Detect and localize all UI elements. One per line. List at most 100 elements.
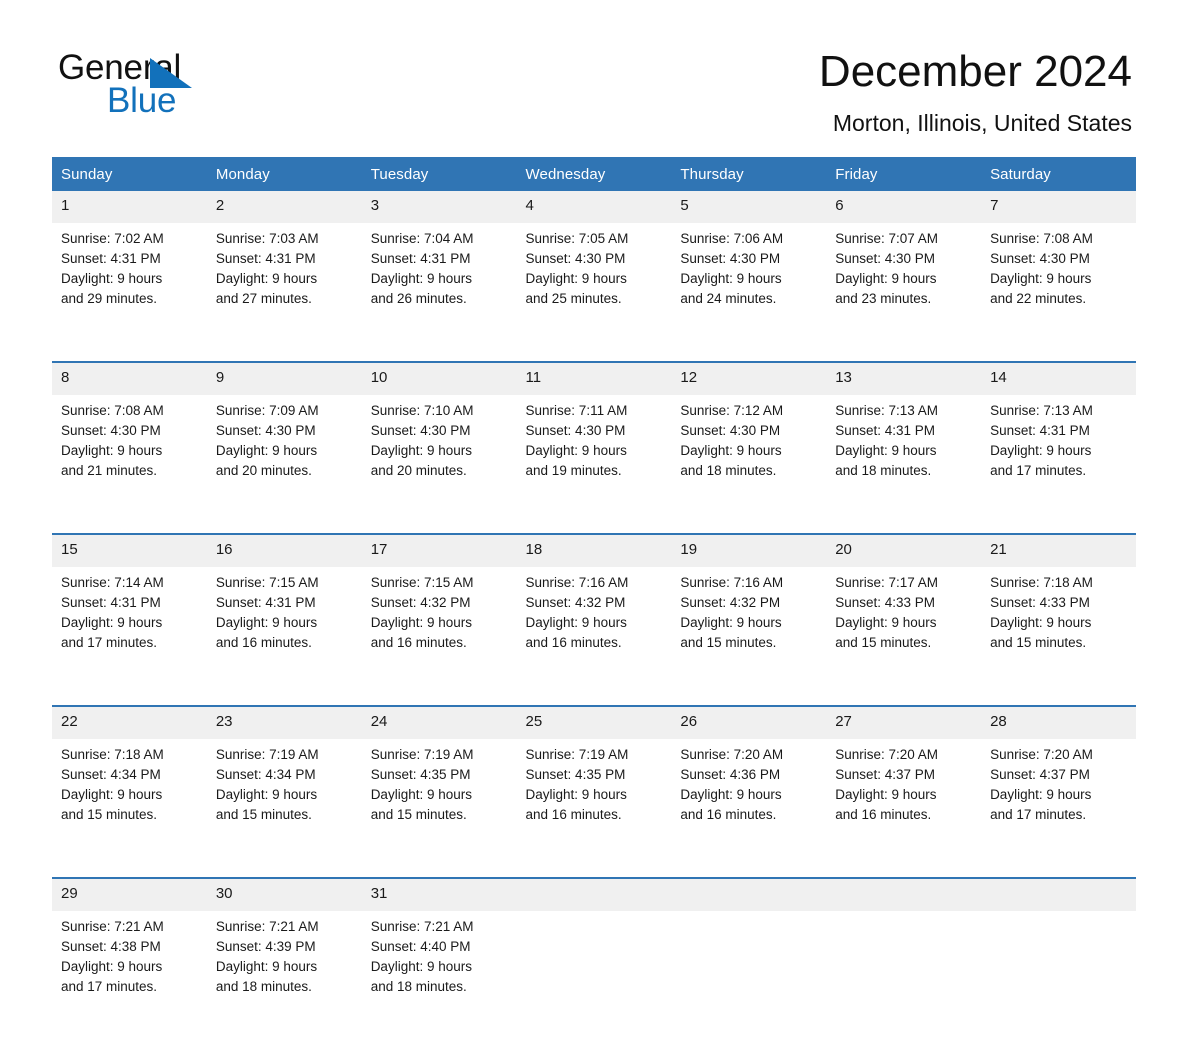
daylight-text-line1: Daylight: 9 hours (990, 271, 1092, 286)
sunset-text: Sunset: 4:37 PM (835, 767, 936, 782)
daylight-text-line2: and 15 minutes. (215, 807, 312, 822)
sunset-text: Sunset: 4:32 PM (370, 595, 471, 610)
day-cell[interactable]: Sunrise: 7:08 AM Sunset: 4:30 PM Dayligh… (52, 395, 207, 534)
sunrise-text: Sunrise: 7:09 AM (215, 403, 319, 418)
day-number[interactable]: 2 (206, 191, 362, 223)
day-cell[interactable]: Sunrise: 7:04 AM Sunset: 4:31 PM Dayligh… (361, 223, 517, 362)
day-number[interactable]: 7 (981, 191, 1136, 223)
day-number[interactable]: 30 (206, 877, 362, 911)
general-blue-logo[interactable]: General Blue (58, 48, 258, 120)
day-cell[interactable]: Sunrise: 7:10 AM Sunset: 4:30 PM Dayligh… (361, 395, 517, 534)
day-number[interactable]: 21 (981, 533, 1136, 567)
day-cell[interactable]: Sunrise: 7:18 AM Sunset: 4:33 PM Dayligh… (981, 567, 1136, 706)
day-cell[interactable]: Sunrise: 7:16 AM Sunset: 4:32 PM Dayligh… (516, 567, 672, 706)
day-cell[interactable]: Sunrise: 7:21 AM Sunset: 4:39 PM Dayligh… (206, 911, 362, 1049)
week-2-detail-row: Sunrise: 7:08 AM Sunset: 4:30 PM Dayligh… (52, 395, 1136, 534)
day-cell[interactable]: Sunrise: 7:17 AM Sunset: 4:33 PM Dayligh… (826, 567, 982, 706)
day-cell[interactable]: Sunrise: 7:06 AM Sunset: 4:30 PM Dayligh… (671, 223, 827, 362)
day-cell[interactable]: Sunrise: 7:21 AM Sunset: 4:38 PM Dayligh… (52, 911, 207, 1049)
sunset-text: Sunset: 4:33 PM (835, 595, 936, 610)
daylight-text-line1: Daylight: 9 hours (680, 271, 782, 286)
day-number[interactable]: 17 (361, 533, 517, 567)
day-cell[interactable]: Sunrise: 7:19 AM Sunset: 4:35 PM Dayligh… (516, 739, 672, 878)
sunset-text: Sunset: 4:36 PM (680, 767, 781, 782)
day-number[interactable]: 14 (981, 361, 1136, 395)
day-cell[interactable]: Sunrise: 7:13 AM Sunset: 4:31 PM Dayligh… (981, 395, 1136, 534)
week-5-detail-row: Sunrise: 7:21 AM Sunset: 4:38 PM Dayligh… (52, 911, 1136, 1049)
day-number[interactable]: 19 (671, 533, 827, 567)
day-number[interactable]: 8 (52, 361, 207, 395)
day-cell[interactable]: Sunrise: 7:09 AM Sunset: 4:30 PM Dayligh… (206, 395, 362, 534)
daylight-text-line1: Daylight: 9 hours (215, 959, 318, 974)
day-number[interactable]: 3 (361, 191, 517, 223)
day-number[interactable]: 12 (671, 361, 827, 395)
day-number[interactable]: 29 (52, 877, 207, 911)
sunset-text: Sunset: 4:34 PM (215, 767, 316, 782)
day-cell[interactable]: Sunrise: 7:14 AM Sunset: 4:31 PM Dayligh… (52, 567, 207, 706)
daylight-text-line1: Daylight: 9 hours (835, 443, 937, 458)
day-cell[interactable]: Sunrise: 7:08 AM Sunset: 4:30 PM Dayligh… (981, 223, 1136, 362)
day-number[interactable]: 28 (981, 705, 1136, 739)
sunset-text: Sunset: 4:38 PM (61, 939, 161, 954)
day-cell[interactable]: Sunrise: 7:19 AM Sunset: 4:35 PM Dayligh… (361, 739, 517, 878)
daylight-text-line1: Daylight: 9 hours (835, 271, 937, 286)
daylight-text-line2: and 16 minutes. (525, 635, 622, 650)
day-number[interactable]: 11 (516, 361, 672, 395)
day-cell-empty (671, 911, 827, 1049)
sunrise-text: Sunrise: 7:17 AM (835, 575, 939, 590)
day-number[interactable]: 5 (671, 191, 827, 223)
day-cell[interactable]: Sunrise: 7:20 AM Sunset: 4:36 PM Dayligh… (671, 739, 827, 878)
day-number[interactable]: 9 (206, 361, 362, 395)
day-cell[interactable]: Sunrise: 7:07 AM Sunset: 4:30 PM Dayligh… (826, 223, 982, 362)
day-number[interactable]: 18 (516, 533, 672, 567)
day-number[interactable]: 10 (361, 361, 517, 395)
day-number[interactable]: 31 (361, 877, 517, 911)
day-number[interactable]: 1 (52, 191, 207, 223)
daylight-text-line1: Daylight: 9 hours (215, 615, 318, 630)
day-number[interactable]: 24 (361, 705, 517, 739)
sunset-text: Sunset: 4:30 PM (370, 423, 471, 438)
day-cell[interactable]: Sunrise: 7:20 AM Sunset: 4:37 PM Dayligh… (826, 739, 982, 878)
day-cell-empty (981, 911, 1136, 1049)
daylight-text-line2: and 15 minutes. (680, 635, 777, 650)
day-cell[interactable]: Sunrise: 7:21 AM Sunset: 4:40 PM Dayligh… (361, 911, 517, 1049)
day-number[interactable]: 15 (52, 533, 207, 567)
sunrise-text: Sunrise: 7:21 AM (370, 919, 474, 934)
sunrise-text: Sunrise: 7:16 AM (680, 575, 784, 590)
day-number[interactable]: 23 (206, 705, 362, 739)
day-number[interactable]: 20 (826, 533, 982, 567)
calendar-page: General Blue December 2024 Morton, Illin… (0, 0, 1188, 1049)
day-number[interactable]: 13 (826, 361, 982, 395)
day-number[interactable]: 16 (206, 533, 362, 567)
day-number[interactable]: 27 (826, 705, 982, 739)
daylight-text-line1: Daylight: 9 hours (215, 271, 318, 286)
day-cell[interactable]: Sunrise: 7:02 AM Sunset: 4:31 PM Dayligh… (52, 223, 207, 362)
day-cell[interactable]: Sunrise: 7:15 AM Sunset: 4:31 PM Dayligh… (206, 567, 362, 706)
sunrise-text: Sunrise: 7:04 AM (370, 231, 474, 246)
day-cell[interactable]: Sunrise: 7:16 AM Sunset: 4:32 PM Dayligh… (671, 567, 827, 706)
sunset-text: Sunset: 4:31 PM (215, 595, 316, 610)
day-cell[interactable]: Sunrise: 7:15 AM Sunset: 4:32 PM Dayligh… (361, 567, 517, 706)
day-number[interactable]: 26 (671, 705, 827, 739)
day-number[interactable]: 6 (826, 191, 982, 223)
day-cell[interactable]: Sunrise: 7:11 AM Sunset: 4:30 PM Dayligh… (516, 395, 672, 534)
day-cell[interactable]: Sunrise: 7:19 AM Sunset: 4:34 PM Dayligh… (206, 739, 362, 878)
day-cell[interactable]: Sunrise: 7:12 AM Sunset: 4:30 PM Dayligh… (671, 395, 827, 534)
sunset-text: Sunset: 4:31 PM (370, 251, 471, 266)
day-cell[interactable]: Sunrise: 7:03 AM Sunset: 4:31 PM Dayligh… (206, 223, 362, 362)
sunset-text: Sunset: 4:34 PM (61, 767, 161, 782)
day-cell[interactable]: Sunrise: 7:05 AM Sunset: 4:30 PM Dayligh… (516, 223, 672, 362)
sunset-text: Sunset: 4:31 PM (990, 423, 1090, 438)
day-number[interactable]: 25 (516, 705, 672, 739)
day-number[interactable]: 22 (52, 705, 207, 739)
daylight-text-line1: Daylight: 9 hours (370, 615, 472, 630)
sunrise-text: Sunrise: 7:20 AM (680, 747, 784, 762)
day-number[interactable]: 4 (516, 191, 672, 223)
day-cell[interactable]: Sunrise: 7:18 AM Sunset: 4:34 PM Dayligh… (52, 739, 207, 878)
daylight-text-line2: and 26 minutes. (370, 291, 467, 306)
sunset-text: Sunset: 4:30 PM (680, 423, 781, 438)
daylight-text-line1: Daylight: 9 hours (525, 443, 627, 458)
day-cell[interactable]: Sunrise: 7:20 AM Sunset: 4:37 PM Dayligh… (981, 739, 1136, 878)
day-cell[interactable]: Sunrise: 7:13 AM Sunset: 4:31 PM Dayligh… (826, 395, 982, 534)
week-1-detail-row: Sunrise: 7:02 AM Sunset: 4:31 PM Dayligh… (52, 223, 1136, 362)
